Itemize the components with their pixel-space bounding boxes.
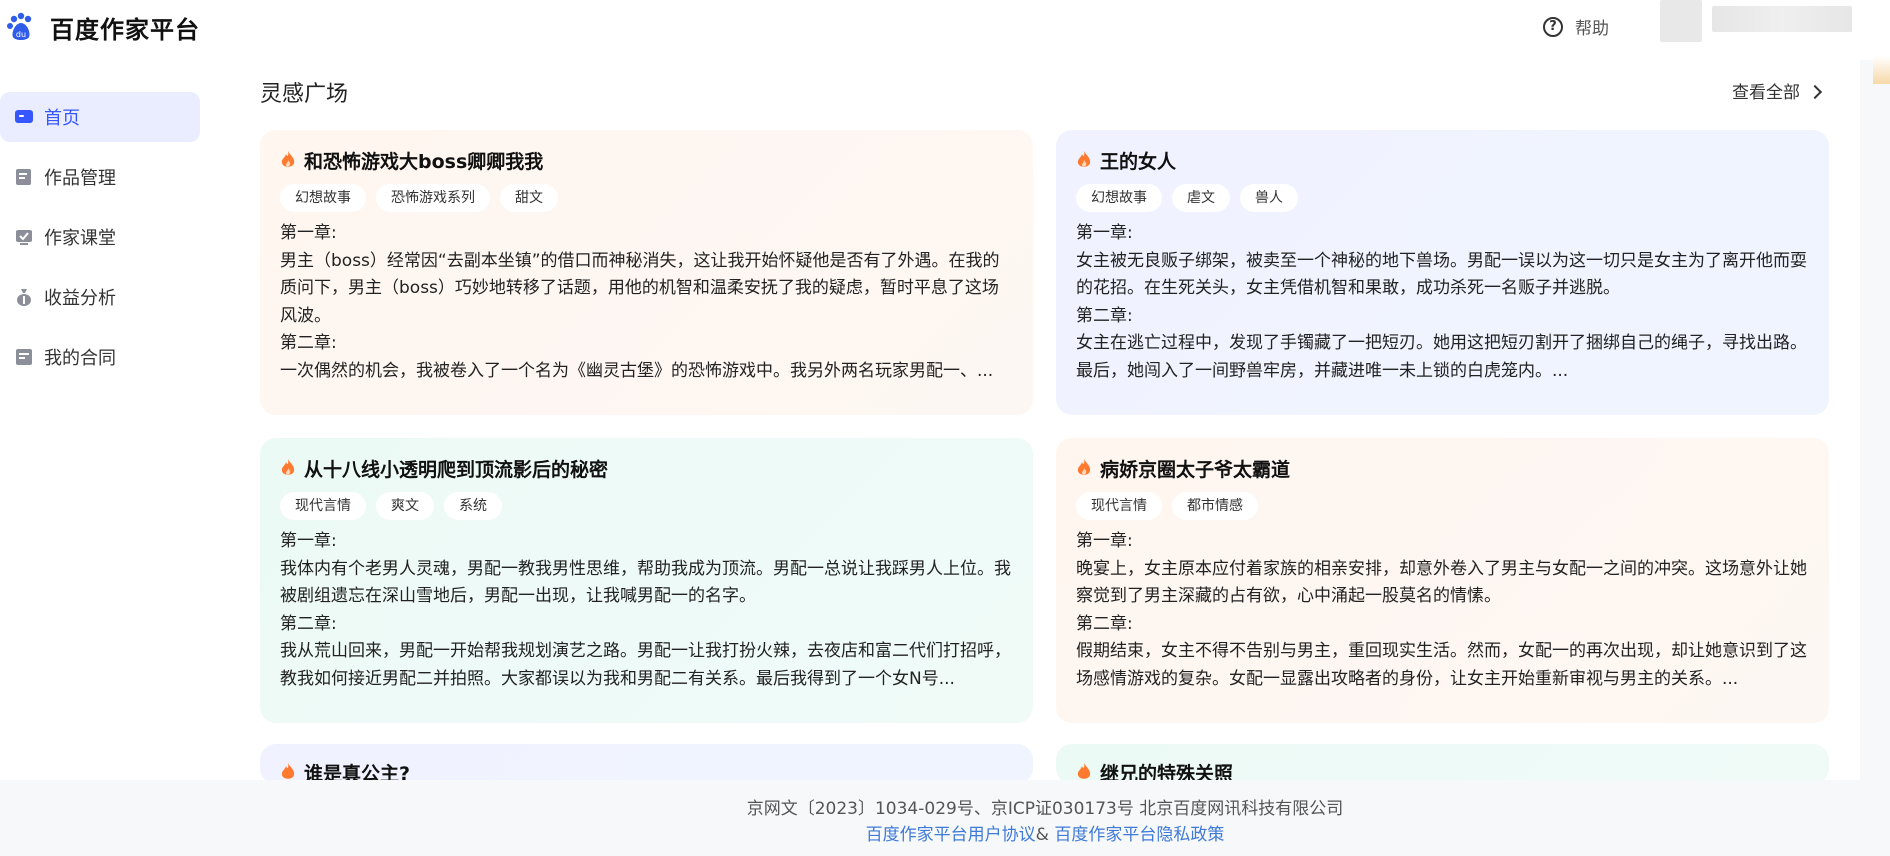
genre-tag[interactable]: 现代言情	[1076, 492, 1162, 520]
chapter-summary: 我体内有个老男人灵魂，男配一教我男性思维，帮助我成为顶流。男配一总说让我踩男人上…	[280, 558, 1011, 607]
baidu-paw-logo-icon[interactable]: du	[6, 11, 36, 43]
chapter-summary: 一次偶然的机会，我被卷入了一个名为《幽灵古堡》的恐怖游戏中。我另外两名玩家男配一…	[280, 360, 994, 381]
genre-tag[interactable]: 幻想故事	[280, 184, 366, 212]
inspiration-card[interactable]: 王的女人 幻想故事 虐文 兽人 第一章: 女主被无良贩子绑架，被卖至一个神秘的地…	[1056, 130, 1829, 415]
fire-icon	[281, 151, 295, 167]
sidebar-item-label: 我的合同	[44, 348, 116, 369]
card-title: 和恐怖游戏大boss卿卿我我	[304, 150, 544, 173]
sidebar-item-label: 收益分析	[44, 288, 116, 309]
chapter-label: 第二章:	[1076, 305, 1133, 326]
inspiration-card[interactable]: 谁是真公主?	[260, 744, 1033, 784]
page-footer: 京网文〔2023〕1034-029号、京ICP证030173号 北京百度网讯科技…	[230, 780, 1860, 856]
chapter-label: 第二章:	[280, 333, 337, 353]
chevron-right-icon	[1807, 84, 1823, 99]
genre-tag[interactable]: 甜文	[500, 184, 558, 212]
chapter-summary: 我从荒山回来，男配一开始帮我规划演艺之路。男配一让我打扮火辣，去夜店和富二代们打…	[280, 641, 1011, 689]
inspiration-card[interactable]: 继兄的特殊关照	[1056, 744, 1829, 784]
genre-tag[interactable]: 恐怖游戏系列	[376, 184, 490, 212]
footer-ampersand: &	[1035, 825, 1055, 845]
chapter-label: 第一章:	[1076, 531, 1133, 551]
question-circle-icon: ?	[1543, 16, 1563, 37]
inspiration-card[interactable]: 和恐怖游戏大boss卿卿我我 幻想故事 恐怖游戏系列 甜文 第一章: 男主（bo…	[260, 130, 1033, 415]
sidebar-item-home[interactable]: 首页	[0, 92, 200, 142]
card-title: 王的女人	[1100, 150, 1177, 173]
help-label: 帮助	[1575, 19, 1609, 39]
genre-tag[interactable]: 幻想故事	[1076, 184, 1162, 212]
chapter-label: 第一章:	[280, 531, 337, 551]
fire-icon	[281, 459, 295, 475]
top-header: du 百度作家平台 ? 帮助	[0, 0, 1890, 60]
sidebar: 首页 作品管理 作家课堂 收益分析 我的合同	[0, 60, 230, 780]
footer-links: 百度作家平台用户协议& 百度作家平台隐私政策	[230, 822, 1860, 848]
view-all-label: 查看全部	[1732, 83, 1800, 103]
sidebar-item-contract[interactable]: 我的合同	[0, 332, 200, 382]
sidebar-item-label: 作品管理	[44, 168, 116, 189]
book-icon	[16, 169, 31, 185]
card-title: 从十八线小透明爬到顶流影后的秘密	[304, 458, 609, 481]
user-agreement-link[interactable]: 百度作家平台用户协议	[866, 825, 1036, 845]
user-name-blurred[interactable]	[1712, 6, 1852, 32]
contract-icon	[16, 349, 32, 365]
sidebar-item-works[interactable]: 作品管理	[0, 152, 200, 202]
brand-title[interactable]: 百度作家平台	[50, 10, 200, 45]
genre-tag[interactable]: 系统	[444, 492, 502, 520]
sidebar-item-earnings[interactable]: 收益分析	[0, 272, 200, 322]
footer-license: 京网文〔2023〕1034-029号、京ICP证030173号 北京百度网讯科技…	[746, 799, 1344, 819]
genre-tag[interactable]: 都市情感	[1172, 492, 1258, 520]
chapter-label: 第二章:	[1076, 613, 1133, 634]
chapter-summary: 女主在逃亡过程中，发现了手镯藏了一把短刃。她用这把短刃割开了捆绑自己的绳子，寻找…	[1076, 333, 1807, 381]
view-all-link[interactable]: 查看全部	[1732, 78, 1823, 103]
sidebar-item-label: 首页	[44, 108, 80, 129]
chapter-summary: 男主（boss）经常因“去副本坐镇”的借口而神秘消失，这让我开始怀疑他是否有了外…	[280, 250, 1000, 326]
fire-icon	[1077, 459, 1091, 475]
section-title: 灵感广场	[260, 82, 349, 107]
chapter-summary: 女主被无良贩子绑架，被卖至一个神秘的地下兽场。男配一误以为这一切只是女主为了离开…	[1076, 250, 1807, 299]
chapter-label: 第一章:	[1076, 223, 1133, 243]
chapter-summary: 晚宴上，女主原本应付着家族的相亲安排，却意外卷入了男主与女配一之间的冲突。这场意…	[1076, 558, 1807, 607]
money-bag-icon	[17, 289, 31, 306]
privacy-policy-link[interactable]: 百度作家平台隐私政策	[1054, 825, 1224, 845]
chapter-summary: 假期结束，女主不得不告别与男主，重回现实生活。然而，女配一的再次出现，却让她意识…	[1076, 641, 1807, 689]
genre-tag[interactable]: 虐文	[1172, 184, 1230, 212]
classroom-icon	[16, 230, 32, 245]
fire-icon	[1077, 151, 1091, 167]
card-title: 病娇京圈太子爷太霸道	[1100, 458, 1291, 481]
scrollbar-thumb[interactable]	[1873, 56, 1890, 84]
genre-tag[interactable]: 爽文	[376, 492, 434, 520]
genre-tag[interactable]: 兽人	[1240, 184, 1298, 212]
sidebar-item-classroom[interactable]: 作家课堂	[0, 212, 200, 262]
main-content: 灵感广场 查看全部 和恐怖游戏大boss卿卿我我 幻想故事 恐怖游戏系列 甜文 …	[230, 60, 1860, 784]
help-button[interactable]: ? 帮助	[1543, 14, 1609, 39]
genre-tag[interactable]: 现代言情	[280, 492, 366, 520]
home-icon	[15, 110, 33, 123]
fire-icon	[281, 763, 295, 779]
chapter-label: 第一章:	[280, 223, 337, 243]
inspiration-card[interactable]: 病娇京圈太子爷太霸道 现代言情 都市情感 第一章: 晚宴上，女主原本应付着家族的…	[1056, 438, 1829, 723]
inspiration-card[interactable]: 从十八线小透明爬到顶流影后的秘密 现代言情 爽文 系统 第一章: 我体内有个老男…	[260, 438, 1033, 723]
fire-icon	[1077, 763, 1091, 779]
chapter-label: 第二章:	[280, 613, 337, 634]
sidebar-item-label: 作家课堂	[44, 228, 116, 249]
svg-text:du: du	[16, 30, 26, 39]
avatar[interactable]	[1660, 0, 1702, 42]
